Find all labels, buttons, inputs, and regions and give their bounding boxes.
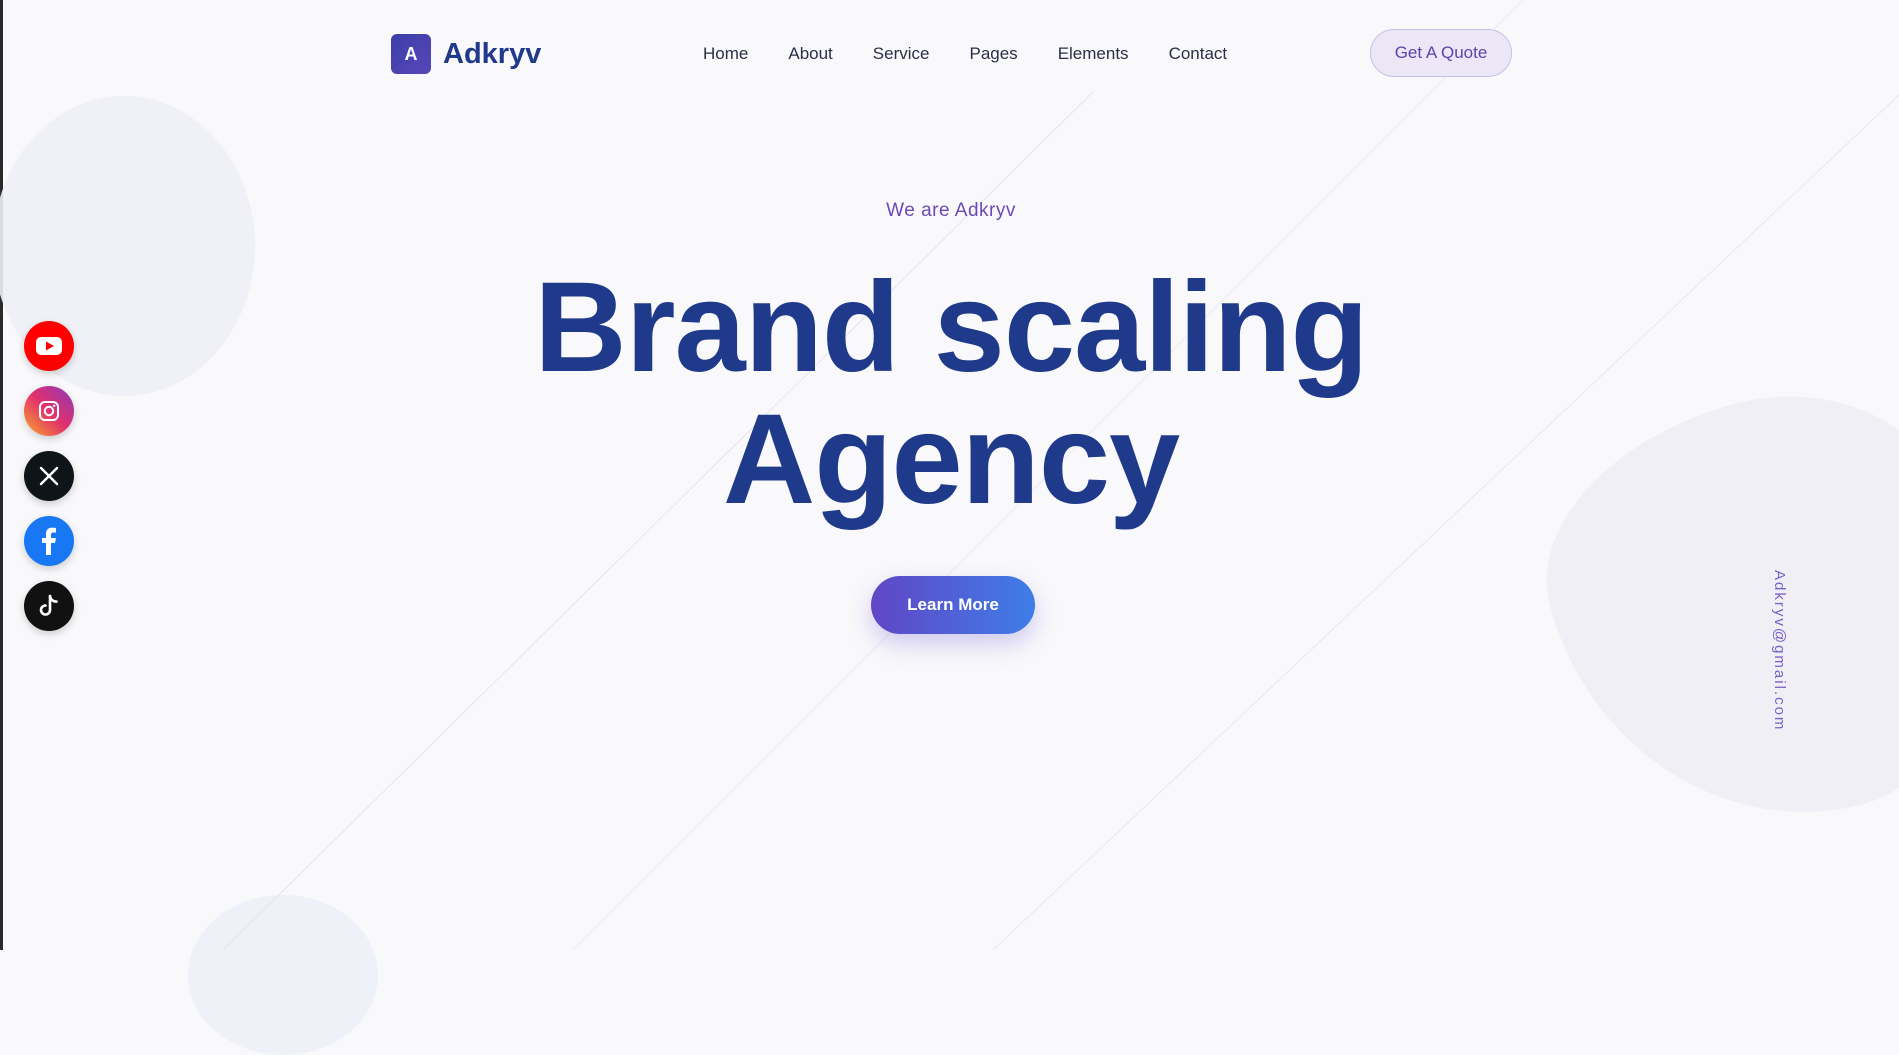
site-header: A Adkryv Home About Service Pages Elemen… [3,0,1899,110]
x-icon [39,466,59,486]
nav-service[interactable]: Service [873,44,930,64]
hero-tagline: We are Adkryv [886,200,1016,221]
facebook-icon [42,527,56,555]
logo-mark: A [391,34,431,74]
logo-text: Adkryv [443,37,542,70]
nav-home[interactable]: Home [703,44,748,64]
learn-more-button[interactable]: Learn More [871,576,1035,634]
main-nav: Home About Service Pages Elements Contac… [703,44,1227,64]
hero-headline-line-2: Agency [722,388,1180,531]
hero-headline: Brand scaling Agency [3,262,1899,526]
youtube-link[interactable] [24,321,74,371]
youtube-icon [36,337,62,355]
tiktok-icon [39,594,58,616]
logo[interactable]: A Adkryv [391,34,541,74]
x-link[interactable] [24,451,74,501]
tiktok-link[interactable] [24,581,74,631]
instagram-icon [39,401,59,421]
email-vertical-label[interactable]: Adkryv@gmail.com [1771,570,1788,731]
instagram-link[interactable] [24,386,74,436]
nav-contact[interactable]: Contact [1169,44,1228,64]
nav-pages[interactable]: Pages [969,44,1017,64]
facebook-link[interactable] [24,516,74,566]
nav-elements[interactable]: Elements [1058,44,1129,64]
nav-about[interactable]: About [788,44,832,64]
get-quote-button[interactable]: Get A Quote [1370,29,1512,77]
hero-headline-line-1: Brand scaling [534,256,1368,399]
